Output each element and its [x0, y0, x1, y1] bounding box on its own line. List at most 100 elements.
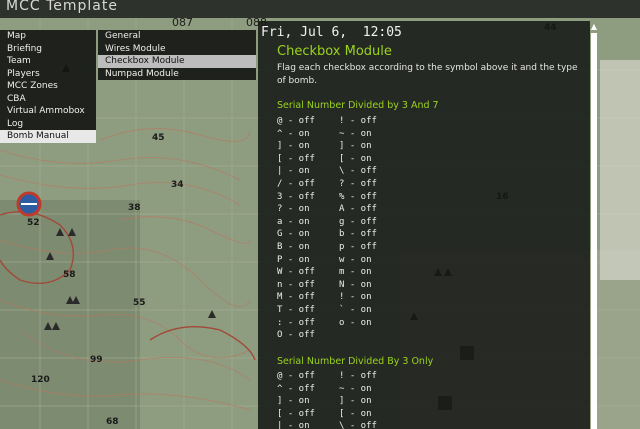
menu-item-cba[interactable]: CBA	[0, 93, 96, 106]
symbol-rule: N - on	[339, 279, 372, 290]
section-title-div-3-and-7: Serial Number Divided by 3 And 7	[277, 100, 439, 111]
module-instructions: Flag each checkbox according to the symb…	[277, 63, 578, 86]
symbol-row: ? - on A - off	[277, 204, 377, 216]
symbol-rule: % - off	[339, 191, 377, 202]
symbol-rule: g - off	[339, 216, 377, 227]
symbol-row: | - on \ - off	[277, 166, 377, 178]
symbol-rule: M - off	[277, 292, 315, 303]
menu-item-briefing[interactable]: Briefing	[0, 43, 96, 56]
symbol-row: ] - on ] - on	[277, 396, 372, 408]
map-label: 52	[27, 218, 40, 228]
symbol-row: / - off ? - off	[277, 179, 377, 191]
symbol-rule: @ - off	[277, 116, 315, 126]
map-label: 55	[133, 298, 146, 308]
symbol-row: ^ - off ~ - on	[277, 383, 372, 396]
main-menu: Map Briefing Team Players MCC Zones CBA …	[0, 30, 96, 143]
submenu-item-numpad-module[interactable]: Numpad Module	[98, 68, 256, 81]
symbol-row: G - on b - off	[277, 229, 377, 241]
symbol-rule: P - on	[277, 254, 310, 265]
symbol-rule: ] - on	[277, 141, 310, 152]
submenu-item-wires-module[interactable]: Wires Module	[98, 43, 256, 56]
map-label: 68	[106, 417, 119, 427]
symbol-rule: A - off	[339, 204, 377, 215]
symbol-rule: ! - off	[339, 116, 377, 126]
symbol-row: B - on p - off	[277, 242, 377, 254]
title-bar: MCC Template	[0, 0, 640, 18]
symbol-row: P - on w - on	[277, 254, 372, 267]
symbol-rule: W - off	[277, 267, 315, 278]
symbol-rule: / - off	[277, 179, 315, 189]
symbol-rule: ] - on	[339, 396, 372, 407]
grid-label-087: 087	[172, 16, 193, 29]
symbol-row: M - off ! - on	[277, 292, 372, 304]
symbol-rule: ? - off	[339, 179, 377, 189]
symbol-rule: n - off	[277, 279, 315, 290]
symbol-row: | - on \ - off	[277, 421, 377, 429]
symbol-rule: G - on	[277, 229, 310, 240]
date-time: Fri, Jul 6, 12:05	[261, 25, 402, 40]
symbol-rule: ! - on	[339, 292, 372, 303]
symbol-rule: [ - off	[277, 153, 315, 164]
symbol-rule: ^ - on	[277, 128, 310, 139]
manual-panel: Fri, Jul 6, 12:05 Checkbox Module Flag e…	[258, 21, 590, 429]
symbol-row: : - off o - on	[277, 317, 372, 330]
symbol-rule: [ - off	[277, 408, 315, 419]
map-label: 58	[63, 270, 76, 280]
symbol-rule: [ - on	[339, 153, 372, 164]
symbol-rule: p - off	[339, 242, 377, 252]
menu-item-map[interactable]: Map	[0, 30, 96, 43]
symbol-rule: ^ - off	[277, 383, 315, 394]
symbol-row: 3 - off % - off	[277, 191, 377, 204]
submenu-item-checkbox-module[interactable]: Checkbox Module	[98, 55, 256, 68]
symbol-rule: ` - on	[339, 305, 372, 315]
menu-item-mcc-zones[interactable]: MCC Zones	[0, 80, 96, 93]
map-label: 120	[31, 375, 50, 385]
symbol-row: @ - off ! - off	[277, 371, 377, 383]
symbol-rule: B - on	[277, 242, 310, 252]
symbol-rule: ~ - on	[339, 128, 372, 139]
menu-item-bomb-manual[interactable]: Bomb Manual	[0, 130, 96, 143]
symbol-rule: \ - off	[339, 166, 377, 177]
symbol-rule: m - on	[339, 267, 372, 278]
symbol-rule: T - off	[277, 305, 315, 315]
module-heading: Checkbox Module	[277, 44, 392, 59]
symbol-row: @ - off ! - off	[277, 116, 377, 128]
symbol-rule: a - on	[277, 216, 310, 227]
symbol-row: ^ - on ~ - on	[277, 128, 372, 141]
map-label: 99	[90, 355, 103, 365]
app-title: MCC Template	[6, 0, 118, 14]
menu-item-players[interactable]: Players	[0, 68, 96, 81]
menu-item-log[interactable]: Log	[0, 118, 96, 131]
symbol-rule: ] - on	[277, 396, 310, 407]
symbol-rule: o - on	[339, 317, 372, 328]
symbol-row: ] - on ] - on	[277, 141, 372, 153]
symbol-rule: | - on	[277, 166, 310, 177]
map-label: 45	[152, 133, 165, 143]
menu-item-virtual-ammobox[interactable]: Virtual Ammobox	[0, 105, 96, 118]
symbol-row: W - off m - on	[277, 267, 372, 279]
symbol-rule: 3 - off	[277, 191, 315, 202]
symbol-rule: ? - on	[277, 204, 310, 215]
menu-item-team[interactable]: Team	[0, 55, 96, 68]
map-label: 34	[171, 180, 184, 190]
map-label: 38	[128, 203, 141, 213]
scrollbar[interactable]	[591, 33, 597, 429]
symbol-row: n - off N - on	[277, 279, 372, 292]
symbol-rule: ] - on	[339, 141, 372, 152]
bomb-manual-submenu: General Wires Module Checkbox Module Num…	[98, 30, 256, 80]
symbol-rule: \ - off	[339, 421, 377, 429]
symbol-row: T - off ` - on	[277, 305, 372, 317]
symbol-rule: O - off	[277, 330, 315, 341]
symbol-rule: ! - off	[339, 371, 377, 381]
symbol-row: [ - off [ - on	[277, 408, 372, 421]
symbol-rule: b - off	[339, 229, 377, 240]
submenu-item-general[interactable]: General	[98, 30, 256, 43]
symbol-row: [ - off [ - on	[277, 153, 372, 166]
section-title-div-3-only: Serial Number Divided By 3 Only	[277, 356, 434, 367]
symbol-rule: : - off	[277, 317, 315, 328]
symbol-rule: ~ - on	[339, 383, 372, 394]
scroll-up-icon[interactable]: ▲	[589, 22, 599, 32]
symbol-rule: w - on	[339, 254, 372, 265]
symbol-rule: | - on	[277, 421, 310, 429]
symbol-row: O - off	[277, 330, 315, 342]
